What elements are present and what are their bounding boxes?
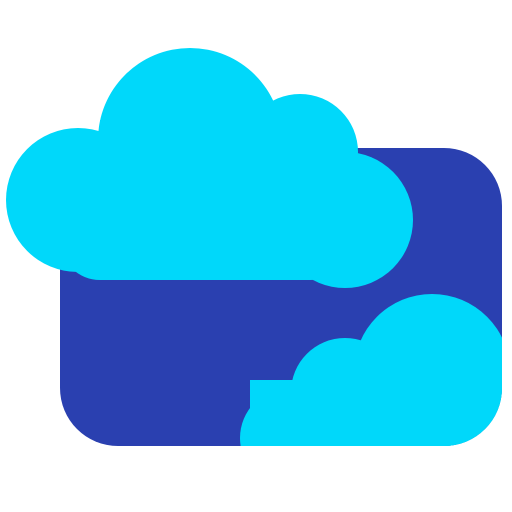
large-cloud-shape	[6, 48, 413, 288]
app-icon-canvas	[0, 0, 512, 512]
cloud-card-icon	[6, 48, 502, 446]
